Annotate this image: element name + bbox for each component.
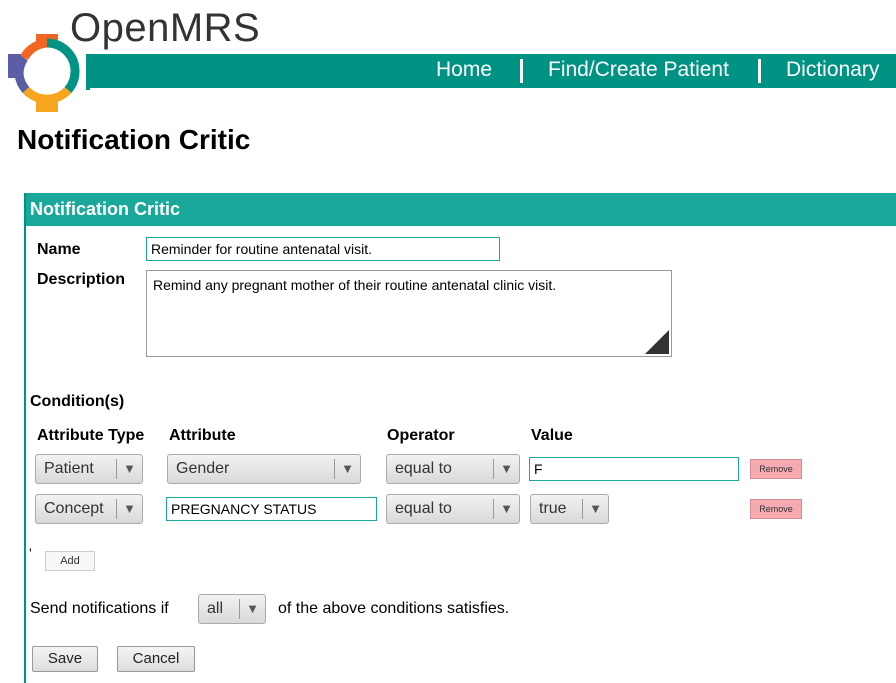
attribute-type-value: Patient — [44, 460, 94, 477]
chevron-down-icon: ▼ — [582, 499, 608, 519]
resize-grip-icon[interactable] — [645, 330, 669, 354]
page-title: Notification Critic — [17, 124, 251, 155]
value-input[interactable]: F — [529, 457, 739, 481]
top-navbar: Home Find/Create Patient Dictionary — [86, 54, 896, 88]
operator-value: equal to — [395, 460, 452, 477]
value-select[interactable]: true ▼ — [530, 494, 609, 524]
value-select-value: true — [539, 500, 567, 517]
name-label: Name — [37, 241, 81, 258]
operator-value: equal to — [395, 500, 452, 517]
attribute-type-value: Concept — [44, 500, 104, 517]
attribute-type-select[interactable]: Patient ▼ — [35, 454, 143, 484]
nav-separator — [758, 59, 761, 83]
form-header: Notification Critic — [26, 193, 896, 226]
save-button[interactable]: Save — [32, 646, 98, 672]
add-condition-button[interactable]: Add — [45, 551, 95, 571]
chevron-down-icon: ▼ — [239, 599, 265, 619]
remove-condition-button[interactable]: Remove — [750, 459, 802, 479]
nav-separator — [520, 59, 523, 83]
notification-critic-form: Notification Critic Name Reminder for ro… — [24, 193, 896, 683]
nav-dictionary-link[interactable]: Dictionary — [786, 58, 879, 82]
operator-select[interactable]: equal to ▼ — [386, 454, 520, 484]
concept-input[interactable]: PREGNANCY STATUS — [166, 497, 377, 521]
brand-name: OpenMRS — [70, 6, 261, 50]
send-notifications-prefix: Send notifications if — [30, 600, 169, 617]
stray-mark: ' — [29, 545, 32, 561]
send-notifications-suffix: of the above conditions satisfies. — [278, 600, 510, 617]
attribute-value: Gender — [176, 460, 230, 477]
chevron-down-icon: ▼ — [493, 499, 519, 519]
attribute-type-select[interactable]: Concept ▼ — [35, 494, 143, 524]
column-attribute: Attribute — [169, 427, 236, 444]
chevron-down-icon: ▼ — [334, 459, 360, 479]
remove-condition-button[interactable]: Remove — [750, 499, 802, 519]
nav-find-create-patient-link[interactable]: Find/Create Patient — [548, 58, 729, 82]
conditions-label: Condition(s) — [30, 393, 125, 410]
description-text: Remind any pregnant mother of their rout… — [153, 277, 557, 293]
description-label: Description — [37, 271, 126, 288]
condition-match-select[interactable]: all ▼ — [198, 594, 266, 624]
description-textarea[interactable]: Remind any pregnant mother of their rout… — [146, 270, 672, 357]
condition-match-value: all — [207, 600, 224, 617]
name-input[interactable]: Reminder for routine antenatal visit. — [146, 237, 500, 261]
operator-select[interactable]: equal to ▼ — [386, 494, 520, 524]
attribute-select[interactable]: Gender ▼ — [167, 454, 361, 484]
chevron-down-icon: ▼ — [116, 459, 142, 479]
column-attribute-type: Attribute Type — [37, 427, 145, 444]
column-operator: Operator — [387, 427, 455, 444]
chevron-down-icon: ▼ — [493, 459, 519, 479]
cancel-button[interactable]: Cancel — [117, 646, 195, 672]
nav-home-link[interactable]: Home — [436, 58, 492, 82]
column-value: Value — [531, 427, 573, 444]
chevron-down-icon: ▼ — [116, 499, 142, 519]
